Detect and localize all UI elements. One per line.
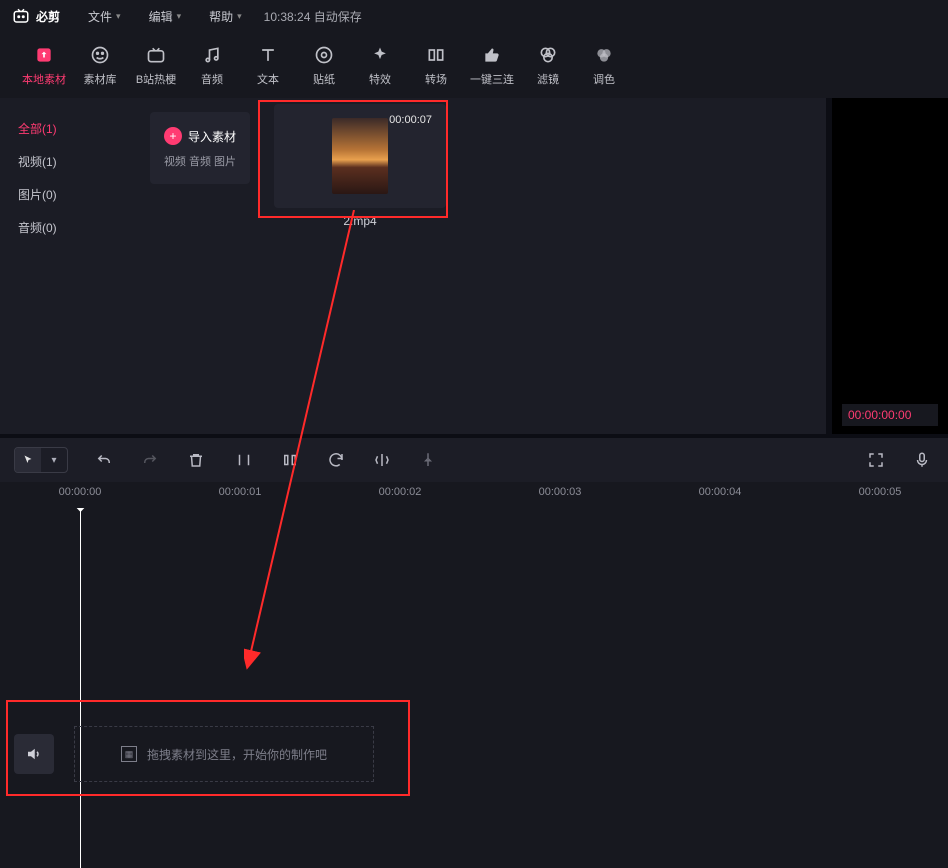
tab-text[interactable]: 文本 <box>240 44 296 87</box>
asset-clip[interactable]: 00:00:07 <box>274 104 446 208</box>
clip-duration: 00:00:07 <box>389 114 432 126</box>
sticker-icon <box>313 44 335 66</box>
preview-timecode: 00:00:00:00 <box>842 404 938 426</box>
tab-stickers[interactable]: 贴纸 <box>296 44 352 87</box>
tab-label: 滤镜 <box>537 71 559 87</box>
redo-button[interactable] <box>138 448 162 472</box>
color-icon <box>593 44 615 66</box>
pointer-icon <box>15 447 41 473</box>
chevron-down-icon: ▾ <box>41 447 67 473</box>
pin-button[interactable] <box>416 448 440 472</box>
app-logo: 必剪 <box>12 7 60 25</box>
mic-button[interactable] <box>910 448 934 472</box>
import-title: 导入素材 <box>188 128 236 145</box>
clip-filename: 2.mp4 <box>274 214 446 228</box>
speaker-icon <box>25 745 43 763</box>
sidebar-item-all[interactable]: 全部(1) <box>0 112 118 145</box>
menu-help-label: 帮助 <box>209 8 233 25</box>
autosave-status: 10:38:24 自动保存 <box>264 8 362 25</box>
transition-icon <box>425 44 447 66</box>
sidebar-item-audio[interactable]: 音频(0) <box>0 211 118 244</box>
tab-label: 音频 <box>201 71 223 87</box>
tab-local-assets[interactable]: 本地素材 <box>16 44 72 87</box>
film-icon: ▦ <box>121 746 137 762</box>
tab-color[interactable]: 调色 <box>576 44 632 87</box>
plus-icon: + <box>164 127 182 145</box>
chevron-down-icon: ▾ <box>177 11 182 22</box>
text-icon <box>257 44 279 66</box>
tab-library[interactable]: 素材库 <box>72 44 128 87</box>
cut-button[interactable] <box>278 448 302 472</box>
smile-icon <box>89 44 111 66</box>
track-mute-button[interactable] <box>14 734 54 774</box>
clip-thumbnail <box>332 118 388 194</box>
tab-label: 贴纸 <box>313 71 335 87</box>
undo-button[interactable] <box>92 448 116 472</box>
music-icon <box>201 44 223 66</box>
chevron-down-icon: ▾ <box>116 11 121 22</box>
tab-triple[interactable]: 一键三连 <box>464 44 520 87</box>
ruler-label: 00:00:01 <box>219 486 262 498</box>
tab-label: 调色 <box>593 71 615 87</box>
timeline-ruler[interactable]: 00:00:00 00:00:01 00:00:02 00:00:03 00:0… <box>0 482 948 508</box>
upload-icon <box>33 44 55 66</box>
rotate-button[interactable] <box>324 448 348 472</box>
category-tabstrip: 本地素材 素材库 B站热梗 音频 文本 贴纸 特效 转场 一键三连 滤镜 调色 <box>0 32 948 98</box>
filter-icon <box>537 44 559 66</box>
delete-button[interactable] <box>184 448 208 472</box>
timeline-toolbar: ▾ <box>0 438 948 482</box>
dropzone-label: 拖拽素材到这里，开始你的制作吧 <box>147 746 327 763</box>
ruler-label: 00:00:04 <box>699 486 742 498</box>
asset-area: + 导入素材 视频 音频 图片 00:00:07 2.mp4 <box>118 98 826 434</box>
tab-bilibili-memes[interactable]: B站热梗 <box>128 44 184 87</box>
menu-file-label: 文件 <box>88 8 112 25</box>
track-row: ▦ 拖拽素材到这里，开始你的制作吧 <box>14 718 374 790</box>
sidebar-item-image[interactable]: 图片(0) <box>0 178 118 211</box>
import-subtitle: 视频 音频 图片 <box>164 153 236 169</box>
app-name: 必剪 <box>36 8 60 25</box>
ruler-label: 00:00:05 <box>859 486 902 498</box>
cursor-mode-switch[interactable]: ▾ <box>14 447 68 473</box>
tab-effects[interactable]: 特效 <box>352 44 408 87</box>
asset-sidebar: 全部(1) 视频(1) 图片(0) 音频(0) <box>0 98 118 434</box>
tab-label: 特效 <box>369 71 391 87</box>
thumbs-up-icon <box>481 44 503 66</box>
ruler-label: 00:00:03 <box>539 486 582 498</box>
menu-file[interactable]: 文件 ▾ <box>88 8 121 25</box>
tab-label: B站热梗 <box>136 71 176 87</box>
menu-help[interactable]: 帮助 ▾ <box>209 8 242 25</box>
tab-filters[interactable]: 滤镜 <box>520 44 576 87</box>
mirror-button[interactable] <box>370 448 394 472</box>
menu-edit[interactable]: 编辑 ▾ <box>149 8 182 25</box>
split-button[interactable] <box>232 448 256 472</box>
tab-label: 素材库 <box>84 71 117 87</box>
ruler-label: 00:00:02 <box>379 486 422 498</box>
main-body: 全部(1) 视频(1) 图片(0) 音频(0) + 导入素材 视频 音频 图片 … <box>0 98 948 434</box>
fullscreen-button[interactable] <box>864 448 888 472</box>
tab-transitions[interactable]: 转场 <box>408 44 464 87</box>
timeline-dropzone[interactable]: ▦ 拖拽素材到这里，开始你的制作吧 <box>74 726 374 782</box>
sparkle-icon <box>369 44 391 66</box>
tv-icon <box>145 44 167 66</box>
logo-icon <box>12 7 30 25</box>
tab-label: 转场 <box>425 71 447 87</box>
tab-audio[interactable]: 音频 <box>184 44 240 87</box>
menubar: 必剪 文件 ▾ 编辑 ▾ 帮助 ▾ 10:38:24 自动保存 <box>0 0 948 32</box>
tab-label: 文本 <box>257 71 279 87</box>
tab-label: 一键三连 <box>470 71 514 87</box>
playhead[interactable] <box>80 508 81 868</box>
preview-panel: 00:00:00:00 <box>832 98 948 434</box>
sidebar-item-video[interactable]: 视频(1) <box>0 145 118 178</box>
chevron-down-icon: ▾ <box>237 11 242 22</box>
timeline-body[interactable]: ▦ 拖拽素材到这里，开始你的制作吧 <box>0 508 948 868</box>
import-assets-button[interactable]: + 导入素材 视频 音频 图片 <box>150 112 250 184</box>
tab-label: 本地素材 <box>22 71 66 87</box>
menu-edit-label: 编辑 <box>149 8 173 25</box>
ruler-label: 00:00:00 <box>59 486 102 498</box>
